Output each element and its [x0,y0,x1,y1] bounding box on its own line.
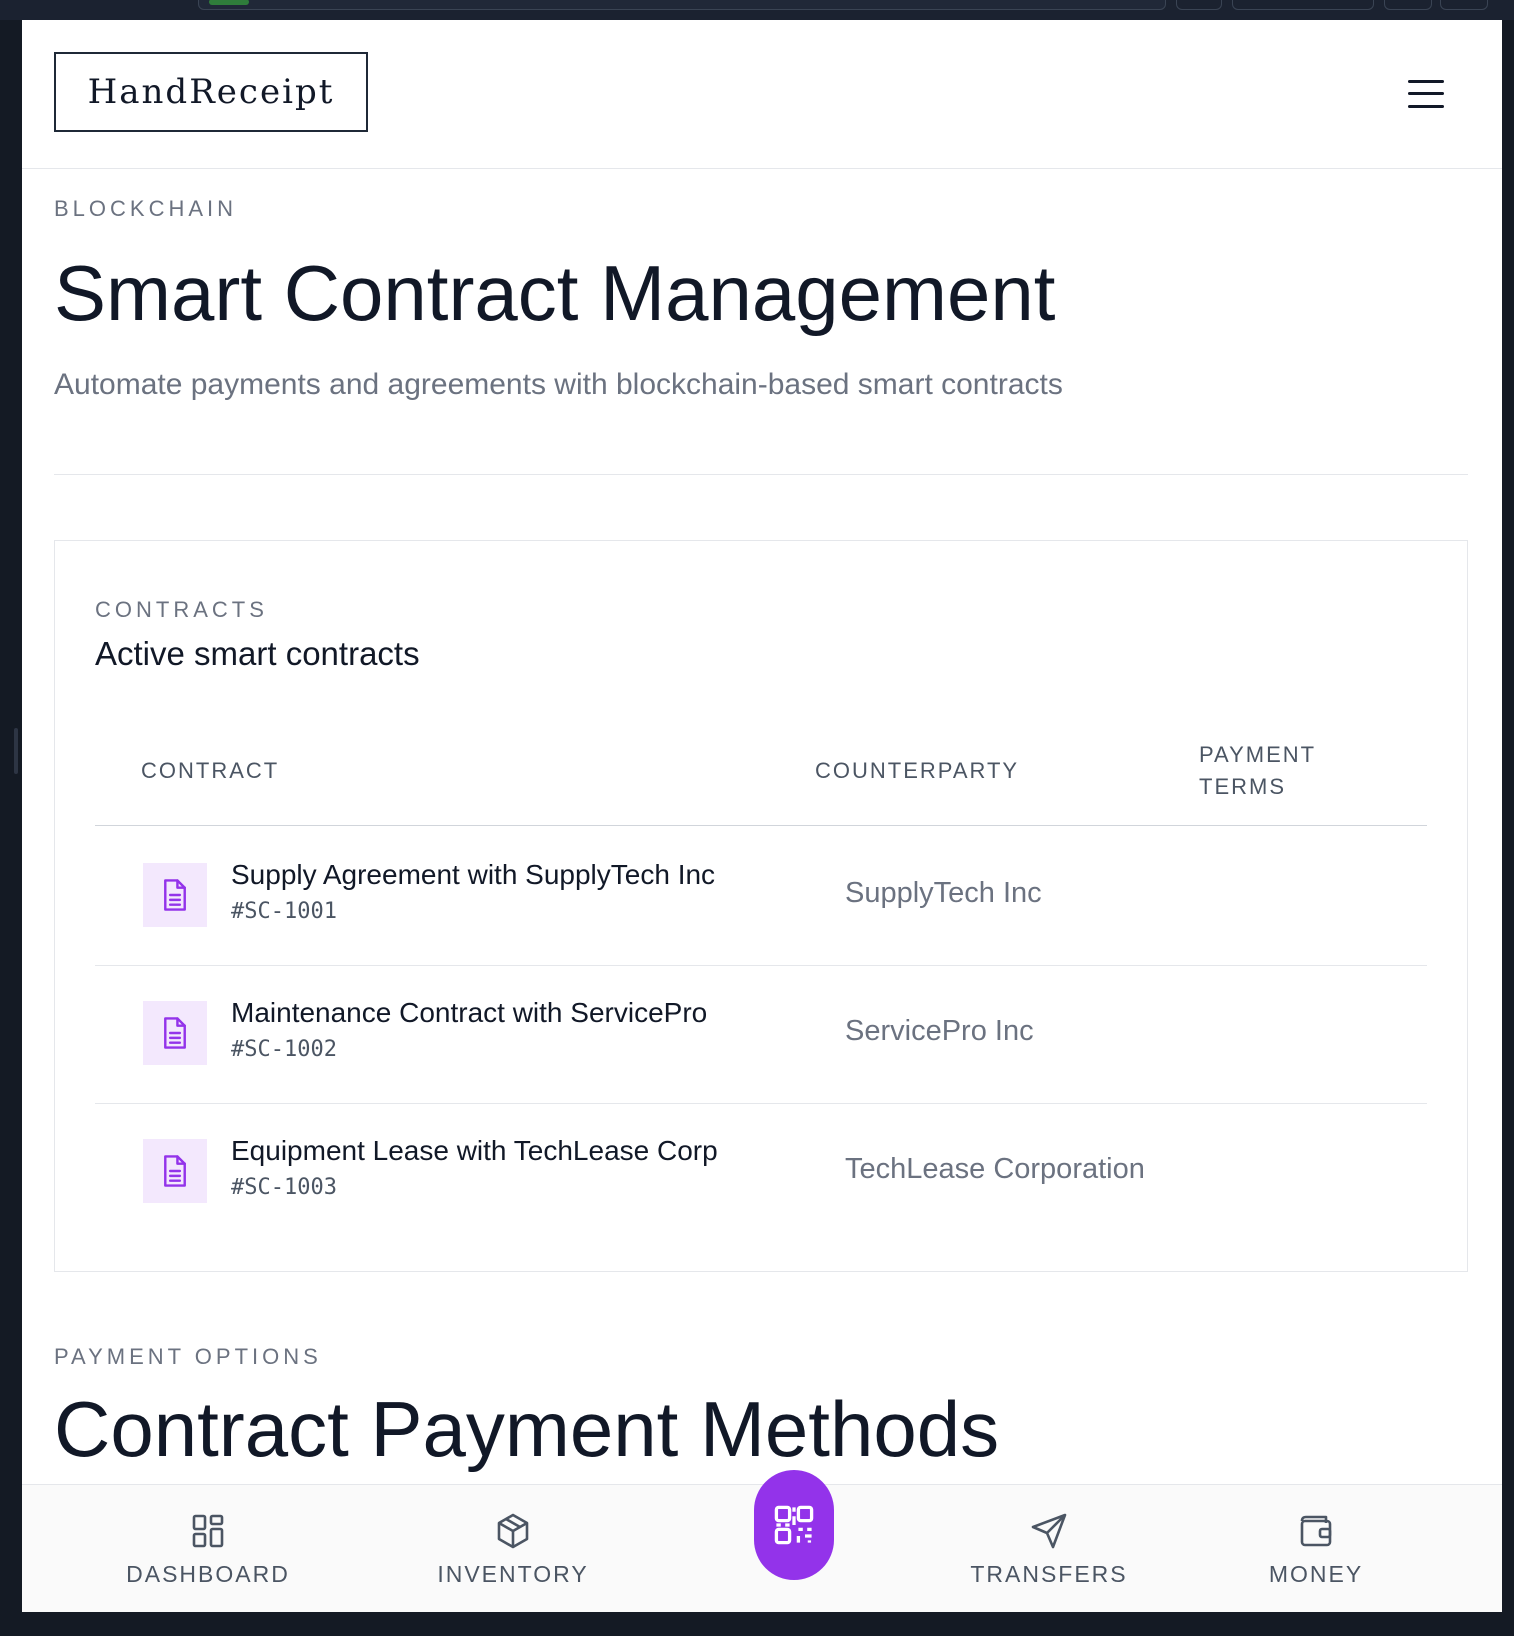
hamburger-menu-button[interactable] [1406,78,1446,110]
nav-transfers[interactable]: TRANSFERS [930,1485,1168,1612]
menu-icon [1408,80,1444,83]
contracts-card: CONTRACTS Active smart contracts CONTRAC… [54,540,1468,1272]
table-row[interactable]: Maintenance Contract with ServicePro #SC… [95,965,1427,1104]
nav-label: TRANSFERS [970,1560,1128,1587]
document-icon [143,863,207,927]
divider [54,474,1468,475]
section-eyebrow: BLOCKCHAIN [54,196,238,221]
qr-code-icon [774,1505,814,1545]
card-eyebrow: CONTRACTS [95,597,268,622]
card-title: Active smart contracts [95,635,420,672]
contract-title: Maintenance Contract with ServicePro [231,997,708,1028]
grid-icon [192,1514,224,1547]
table-row[interactable]: Supply Agreement with SupplyTech Inc #SC… [95,827,1427,966]
secure-indicator-icon [209,0,249,5]
browser-button[interactable] [1384,0,1432,10]
contract-id: #SC-1003 [231,1175,337,1200]
section-eyebrow: PAYMENT OPTIONS [54,1344,322,1369]
nav-label: MONEY [1268,1560,1364,1587]
browser-button[interactable] [1440,0,1488,10]
page-subtitle: Automate payments and agreements with bl… [54,368,1063,401]
counterparty: TechLease Corporation [845,1153,1145,1185]
page-title: Smart Contract Management [54,249,1056,337]
table-row[interactable]: Equipment Lease with TechLease Corp #SC-… [95,1103,1427,1241]
contract-title: Equipment Lease with TechLease Corp [231,1135,718,1166]
app-screen: HandReceipt BLOCKCHAIN Smart Contract Ma… [22,20,1502,1612]
nav-dashboard[interactable]: DASHBOARD [102,1485,314,1612]
section-title: Contract Payment Methods [54,1385,1000,1473]
address-bar[interactable] [198,0,1166,10]
counterparty: ServicePro Inc [845,1015,1034,1047]
table-header: CONTRACT COUNTERPARTY PAYMENT TERMS [95,717,1427,826]
package-icon [497,1513,529,1548]
contract-title: Supply Agreement with SupplyTech Inc [231,859,716,890]
column-header-contract[interactable]: CONTRACT [141,755,279,787]
document-icon [143,1139,207,1203]
browser-button[interactable] [1176,0,1222,10]
brand-logo[interactable]: HandReceipt [54,52,368,132]
counterparty: SupplyTech Inc [845,877,1042,909]
browser-chrome [0,0,1514,20]
send-icon [1031,1513,1067,1548]
top-app-bar: HandReceipt [22,20,1502,169]
column-header-counterparty[interactable]: COUNTERPARTY [815,755,1019,787]
resize-handle[interactable] [14,728,18,774]
nav-inventory[interactable]: INVENTORY [402,1485,624,1612]
column-header-payment-terms[interactable]: PAYMENT TERMS [1199,739,1316,803]
nav-label: INVENTORY [437,1560,589,1587]
contract-id: #SC-1002 [231,1037,337,1062]
contract-id: #SC-1001 [231,899,337,924]
browser-button[interactable] [1232,0,1374,10]
scan-qr-button[interactable] [754,1470,834,1580]
document-icon [143,1001,207,1065]
wallet-icon [1300,1515,1332,1546]
nav-label: DASHBOARD [126,1560,290,1587]
nav-money[interactable]: MONEY [1230,1485,1402,1612]
